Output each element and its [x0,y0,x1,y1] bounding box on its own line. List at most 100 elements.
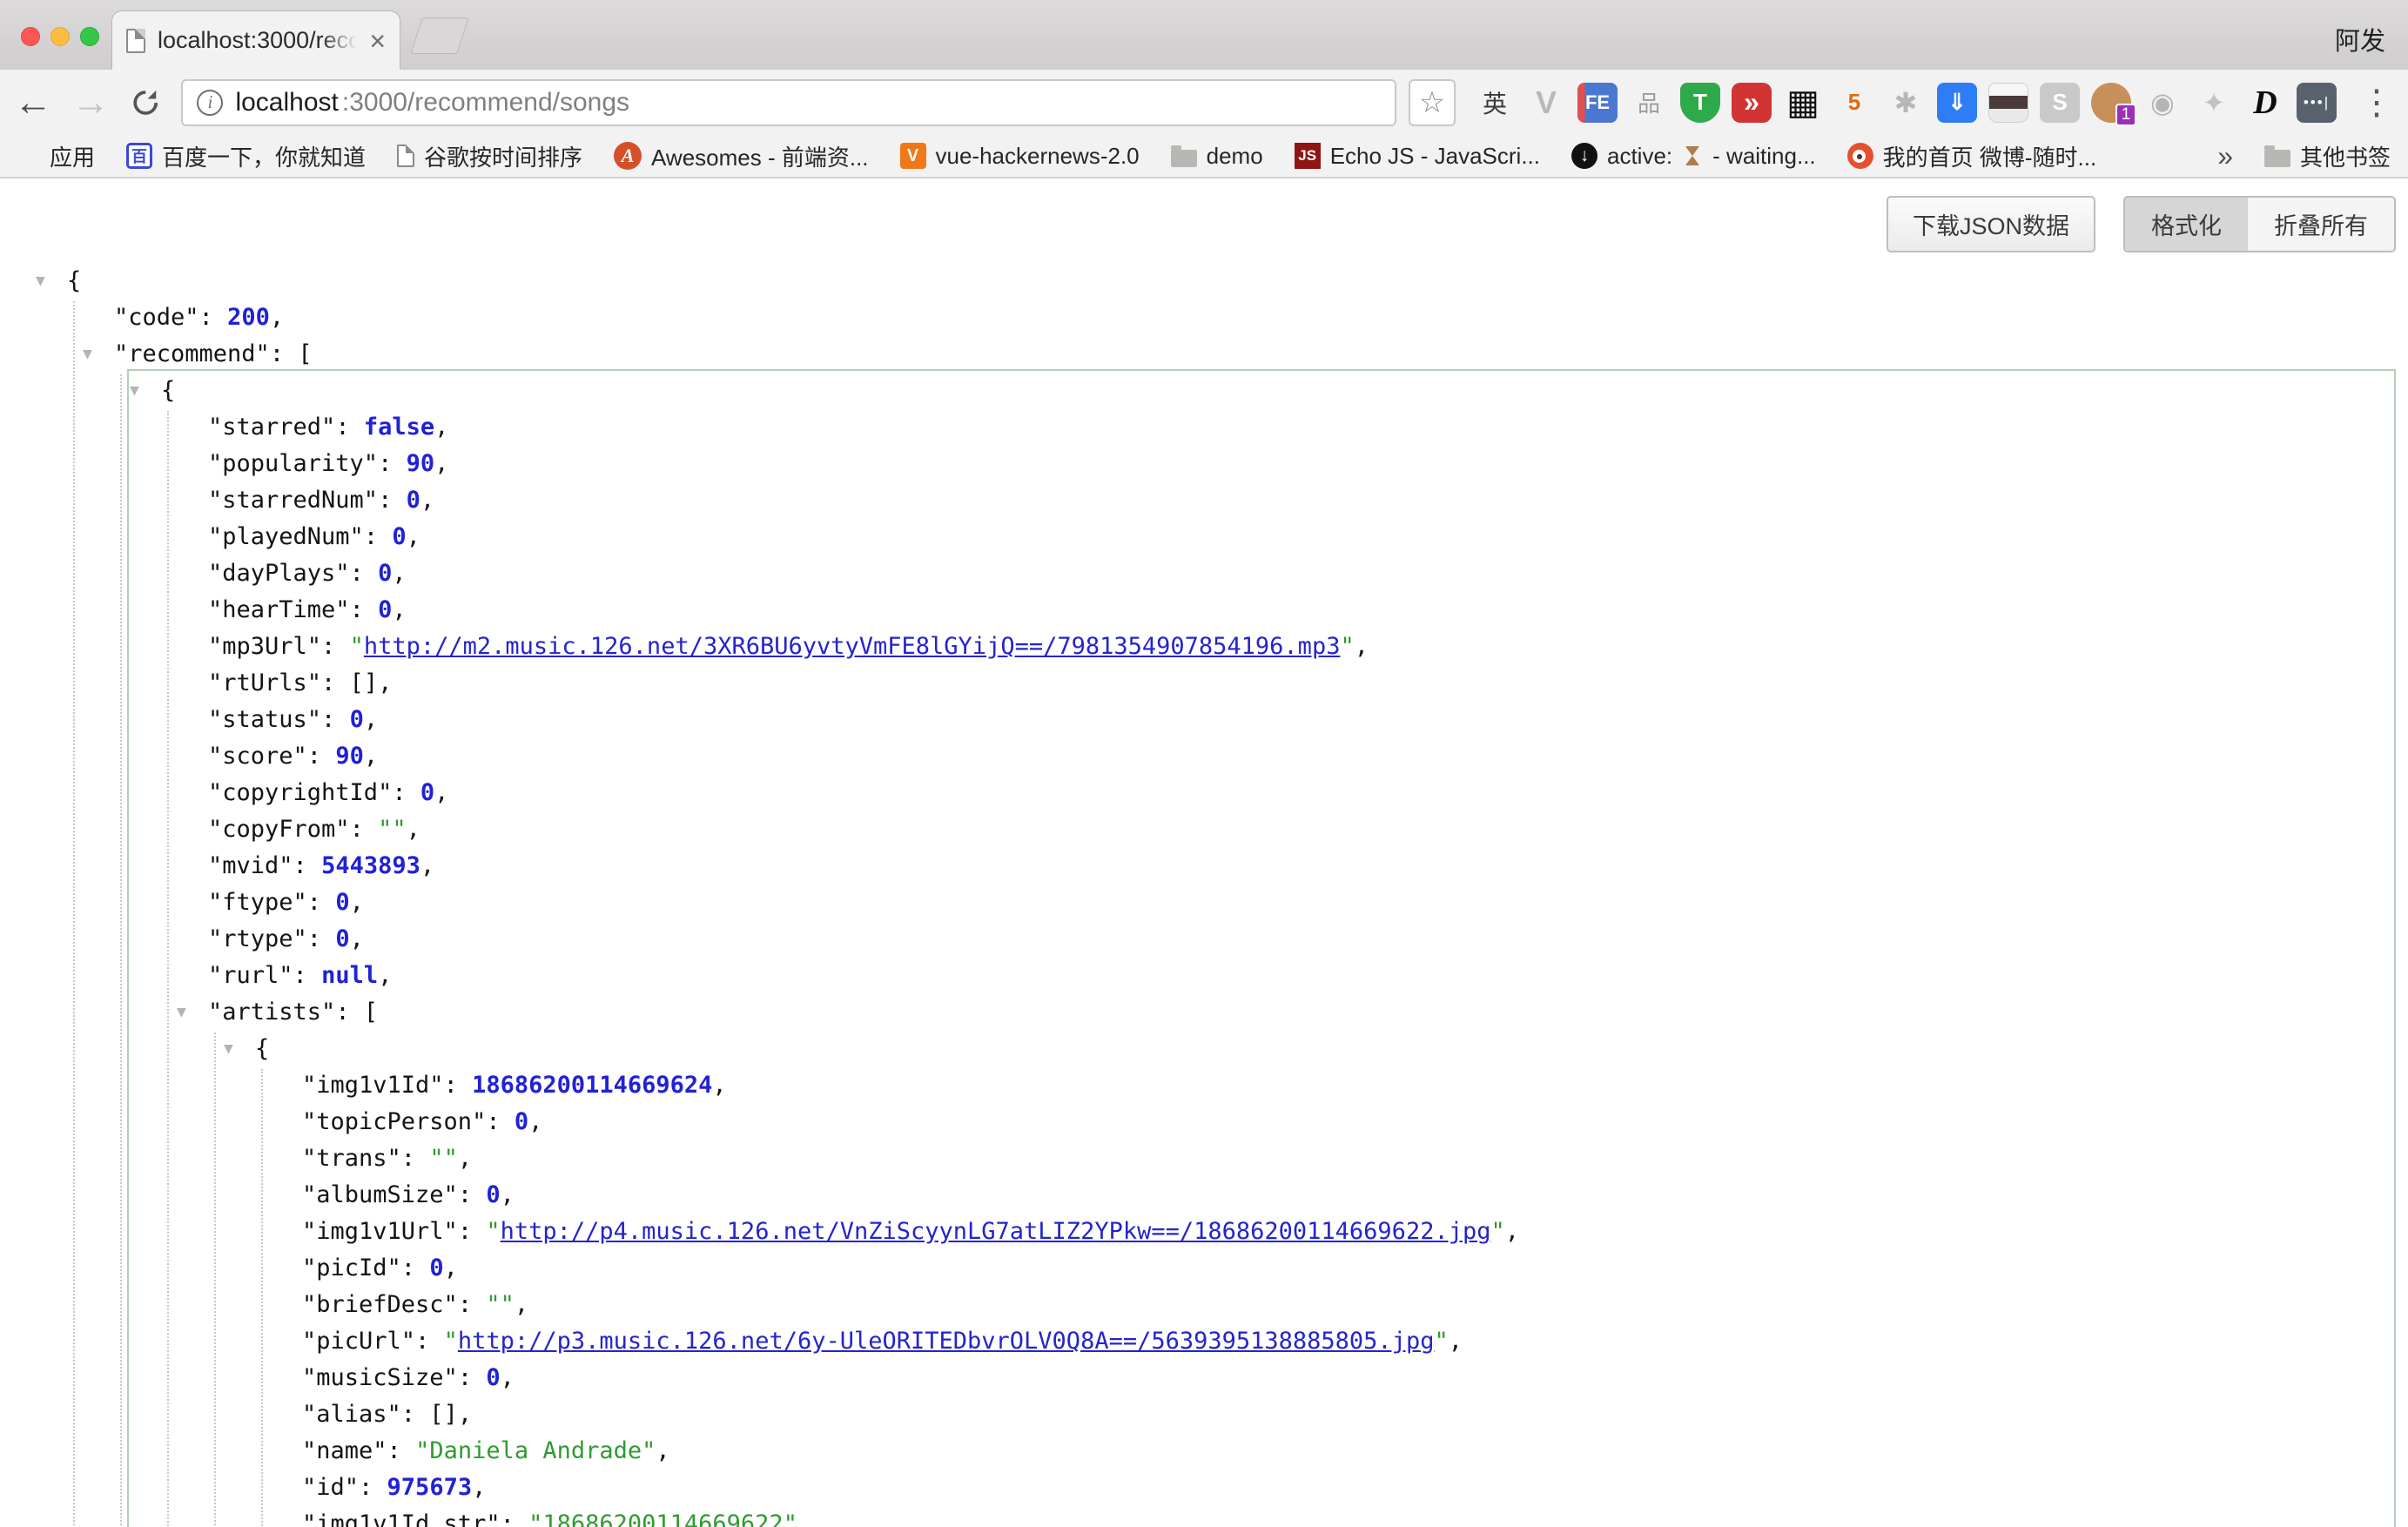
json-token: 90 [407,450,435,477]
bookmark-demo-folder[interactable]: demo [1171,143,1263,170]
html5-player-icon[interactable]: 5 [1834,83,1874,123]
tshield-icon[interactable]: T [1680,83,1720,123]
json-token: : [458,1181,487,1208]
apps-grid-icon [17,145,40,167]
bookmark-weibo[interactable]: 我的首页 微博-随时... [1847,140,2097,172]
chrome-menu-icon[interactable]: ⋮ [2359,83,2394,123]
download-json-button[interactable]: 下载JSON数据 [1887,196,2095,252]
forward-button: → [71,84,110,122]
sitemap-icon[interactable]: 品 [1629,83,1669,123]
zoom-window-icon[interactable] [80,27,99,46]
close-window-icon[interactable] [21,27,40,46]
json-line: "status": 0, [0,702,2408,738]
json-token: "recommend" [114,340,270,367]
tab-close-icon[interactable]: × [369,27,386,55]
qrcode-icon[interactable]: ▦ [1783,83,1823,123]
collapse-triangle-icon[interactable]: ▼ [177,994,186,1031]
json-token: : [], [321,669,392,696]
json-token: " [486,1218,500,1245]
json-token: "trans" [302,1145,401,1172]
json-line: "picUrl": "http://p3.music.126.net/6y-Ul… [0,1323,2408,1360]
json-line: "hearTime": 0, [0,592,2408,629]
json-line: "img1v1Url": "http://p4.music.126.net/Vn… [0,1214,2408,1250]
json-token: : [293,852,322,879]
site-info-icon[interactable]: i [197,90,223,116]
json-url-link[interactable]: http://p4.music.126.net/VnZiScyynLG7atLI… [501,1218,1491,1245]
browser-toolbar: ← → i localhost :3000/recommend/songs ☆ … [0,70,2408,135]
json-token: : [307,889,336,916]
collapse-triangle-icon[interactable]: ▼ [130,373,139,409]
bookmark-echojs[interactable]: JSEcho JS - JavaScri... [1295,143,1540,170]
bookmark-baidu[interactable]: 百百度一下，你就知道 [126,140,366,172]
url-host: localhost [235,88,338,118]
new-tab-button[interactable] [410,17,469,54]
profile-name[interactable]: 阿发 [2335,21,2385,57]
json-line: "topicPerson": 0, [0,1104,2408,1140]
json-viewer: ▼{"code": 200,▼"recommend": [▼{"starred"… [0,263,2408,1525]
speed-icon[interactable]: » [1732,83,1772,123]
ninja-icon[interactable] [1988,83,2028,123]
json-token: "briefDesc" [302,1291,458,1318]
json-token: { [255,1035,269,1062]
bookmark-google-sort[interactable]: 谷歌按时间排序 [397,140,582,172]
json-token: : [486,1108,515,1135]
json-token: , [1505,1218,1519,1245]
json-line: "picId": 0, [0,1250,2408,1287]
collapse-triangle-icon[interactable]: ▼ [36,263,45,299]
json-token: 200 [227,304,270,331]
bookmark-label: 其他书签 [2300,140,2391,172]
collapse-all-button[interactable]: 折叠所有 [2248,198,2394,251]
json-line: "img1v1Id_str": "18686200114669622" [0,1506,2408,1527]
hummingbird-icon[interactable]: ✦ [2194,83,2234,123]
download-shield-icon[interactable]: ⇓ [1937,83,1977,123]
json-line: "playedNum": 0, [0,519,2408,555]
address-bar[interactable]: i localhost :3000/recommend/songs [181,79,1396,126]
bookmark-star-icon[interactable]: ☆ [1409,79,1456,126]
bookmark-label: Echo JS - JavaScri... [1330,143,1540,170]
collapse-triangle-icon[interactable]: ▼ [83,336,92,373]
minimize-window-icon[interactable] [50,27,70,46]
bookmarks-overflow-icon[interactable]: » [2217,140,2233,172]
json-line: "rurl": null, [0,958,2408,994]
json-url-link[interactable]: http://m2.music.126.net/3XR6BU6yvtyVmFE8… [364,633,1341,660]
json-token: : [335,414,364,441]
json-token: , [444,1255,458,1281]
json-token: , [458,1145,472,1172]
vue-devtools-icon[interactable]: V [1526,83,1566,123]
json-token: "img1v1Id" [302,1072,444,1099]
json-url-link[interactable]: http://p3.music.126.net/6y-UleORITEDbvrO… [458,1328,1435,1355]
other-bookmarks-folder[interactable]: 其他书签 [2264,140,2391,172]
json-token: "hearTime" [208,596,350,623]
fe-icon[interactable]: FE [1577,83,1618,123]
s-icon[interactable]: S [2040,83,2080,123]
bookmark-awesomes[interactable]: AAwesomes - 前端资... [614,140,868,172]
reload-icon[interactable] [129,85,162,120]
proxy-dots-icon[interactable]: •••| [2297,83,2337,123]
json-token: "playedNum" [208,523,364,550]
json-token: "code" [114,304,199,331]
json-line: ▼{ [0,1031,2408,1067]
extension-row: 英V FE 品T » ▦ 5 ✱ ⇓ S1 ◉ ✦ D •••| [1475,83,2337,123]
format-button[interactable]: 格式化 [2125,198,2248,251]
json-token: 0 [420,779,434,806]
bookmarks-bar: 应用百百度一下，你就知道谷歌按时间排序 AAwesomes - 前端资... Vvu… [0,135,2408,178]
weibo-gray-icon[interactable]: ◉ [2142,83,2183,123]
json-token: , [378,962,392,989]
bookmark-vue-hackernews[interactable]: Vvue-hackernews-2.0 [900,143,1140,170]
json-token: , [656,1437,669,1464]
monkey-icon[interactable]: 1 [2091,83,2131,123]
paw-icon[interactable]: ✱ [1886,83,1926,123]
json-toolbar: 下载JSON数据 格式化 折叠所有 [1887,196,2396,252]
back-button[interactable]: ← [14,84,52,122]
json-token: , [501,1181,515,1208]
collapse-triangle-icon[interactable]: ▼ [224,1031,233,1067]
json-token: , [434,450,448,477]
json-token: "Daniela Andrade" [415,1437,656,1464]
browser-tab[interactable]: localhost:3000/recommend/so × [111,10,400,70]
d-icon[interactable]: D [2245,83,2285,123]
bookmark-active[interactable]: ↓active:- waiting... [1571,143,1816,170]
json-token: "id" [302,1474,359,1501]
translate-icon[interactable]: 英 [1475,83,1515,123]
json-line: "score": 90, [0,738,2408,775]
bookmark-apps[interactable]: 应用 [17,140,95,172]
